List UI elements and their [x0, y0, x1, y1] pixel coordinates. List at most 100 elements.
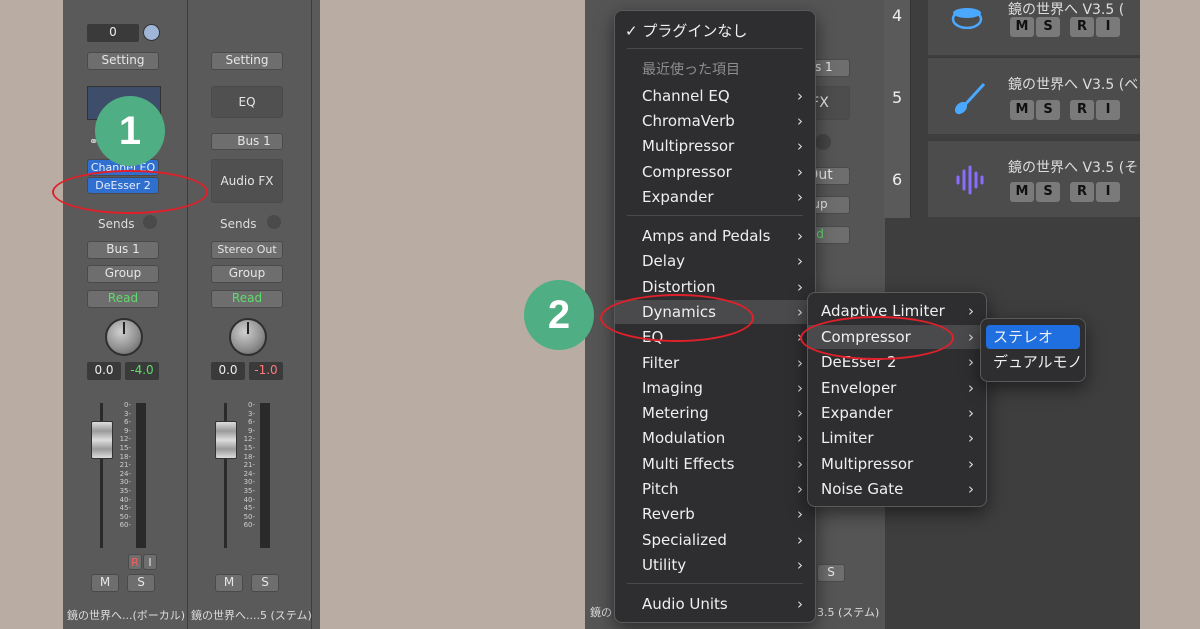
track-mute[interactable]: M	[1010, 100, 1034, 120]
track-solo[interactable]: S	[1036, 182, 1060, 202]
chevron-right-icon: ›	[797, 531, 803, 549]
pan-value: 0.0	[211, 362, 245, 380]
group-button[interactable]: Group	[87, 265, 159, 283]
chevron-right-icon: ›	[797, 87, 803, 105]
channel-strip-vocal: 0 Setting ⚭ Channel EQ DeEsser 2 Sends B…	[63, 0, 188, 629]
track-record[interactable]: R	[1070, 100, 1094, 120]
menu-amps-and-pedals[interactable]: Amps and Pedals ›	[615, 224, 815, 248]
chevron-right-icon: ›	[797, 354, 803, 372]
name-partial-left: 鏡の	[590, 606, 612, 619]
menu-recent-compressor[interactable]: Compressor ›	[615, 160, 815, 184]
name-partial-right: 3.5 (ステム)	[817, 606, 880, 619]
output-button[interactable]: Stereo Out	[211, 241, 283, 259]
chevron-right-icon: ›	[797, 556, 803, 574]
menu-item-no-plugin[interactable]: ✓ プラグインなし	[615, 19, 815, 43]
sends-label: Sends	[220, 217, 257, 231]
bus-button[interactable]: Bus 1	[211, 133, 283, 150]
track-row-4[interactable]: 鏡の世界へ V3.5 ( M S R I	[928, 0, 1140, 55]
automation-button[interactable]: Read	[87, 290, 159, 308]
annotation-oval-deesser	[52, 170, 208, 214]
menu-delay[interactable]: Delay ›	[615, 249, 815, 273]
track-row-6[interactable]: 鏡の世界へ V3.5 (そ M S R I	[928, 140, 1140, 217]
solo-button[interactable]: S	[251, 574, 279, 592]
track-input[interactable]: I	[1096, 182, 1120, 202]
solo-partial[interactable]: S	[817, 564, 845, 582]
pan-value: 0.0	[87, 362, 121, 380]
send-knob-icon[interactable]	[143, 215, 157, 229]
mute-button[interactable]: M	[91, 574, 119, 592]
menu-metering[interactable]: Metering ›	[615, 401, 815, 425]
track-name: 鏡の世界へ V3.5 (そ	[1008, 160, 1139, 176]
menu-utility[interactable]: Utility ›	[615, 553, 815, 577]
send-knob-icon[interactable]	[267, 215, 281, 229]
menu-audio-units[interactable]: Audio Units ›	[615, 592, 815, 616]
annotation-oval-compressor	[800, 316, 954, 360]
menu-recent-expander[interactable]: Expander ›	[615, 185, 815, 209]
track-mute[interactable]: M	[1010, 17, 1034, 37]
menu-pitch[interactable]: Pitch ›	[615, 477, 815, 501]
waveform-icon	[954, 165, 984, 195]
setting-button[interactable]: Setting	[211, 52, 283, 70]
volume-fader[interactable]	[91, 421, 113, 459]
track-record[interactable]: R	[1070, 182, 1094, 202]
menu-noise-gate[interactable]: Noise Gate ›	[808, 477, 986, 501]
group-button[interactable]: Group	[211, 265, 283, 283]
track-record[interactable]: R	[1070, 17, 1094, 37]
track-name: 鏡の世界へ V3.5 (ベ	[1008, 77, 1139, 93]
input-monitor-button[interactable]: I	[143, 554, 157, 570]
menu-recent-channel-eq[interactable]: Channel EQ ›	[615, 84, 815, 108]
menu-imaging[interactable]: Imaging ›	[615, 376, 815, 400]
track-input[interactable]: I	[1096, 17, 1120, 37]
track-row-5[interactable]: 鏡の世界へ V3.5 (ベ M S R I	[928, 57, 1140, 134]
setting-button[interactable]: Setting	[87, 52, 159, 70]
chevron-right-icon: ›	[968, 429, 974, 447]
output-button[interactable]: Bus 1	[87, 241, 159, 259]
level-value: -4.0	[125, 362, 159, 380]
input-value[interactable]: 0	[87, 24, 139, 42]
record-button[interactable]: R	[128, 554, 142, 570]
menu-expander[interactable]: Expander ›	[808, 401, 986, 425]
track-solo[interactable]: S	[1036, 100, 1060, 120]
drums-icon	[948, 1, 986, 30]
menu-limiter[interactable]: Limiter ›	[808, 426, 986, 450]
menu-modulation[interactable]: Modulation ›	[615, 426, 815, 450]
chevron-right-icon: ›	[797, 455, 803, 473]
chevron-right-icon: ›	[797, 137, 803, 155]
db-scale: 0- 3- 6- 9- 12- 15- 18- 21- 24- 30- 35- 40- 45- 50- 60…	[243, 401, 255, 530]
menu-multi-effects[interactable]: Multi Effects ›	[615, 452, 815, 476]
menu-recent-multipressor[interactable]: Multipressor ›	[615, 134, 815, 158]
chevron-right-icon: ›	[968, 480, 974, 498]
menu-separator	[627, 583, 803, 584]
menu-enveloper[interactable]: Enveloper ›	[808, 376, 986, 400]
track-number-6: 6	[892, 170, 903, 189]
sends-label: Sends	[98, 217, 135, 231]
pan-knob[interactable]	[105, 318, 143, 356]
mute-button[interactable]: M	[215, 574, 243, 592]
menu-recent-chromaverb[interactable]: ChromaVerb ›	[615, 109, 815, 133]
solo-button[interactable]: S	[127, 574, 155, 592]
pan-knob[interactable]	[229, 318, 267, 356]
automation-button[interactable]: Read	[211, 290, 283, 308]
menu-specialized[interactable]: Specialized ›	[615, 528, 815, 552]
db-scale: 0- 3- 6- 9- 12- 15- 18- 21- 24- 30- 35- 40- 45- 50- 60…	[119, 401, 131, 530]
chevron-right-icon: ›	[797, 303, 803, 321]
volume-fader[interactable]	[215, 421, 237, 459]
track-solo[interactable]: S	[1036, 17, 1060, 37]
input-knob-icon[interactable]	[143, 24, 160, 41]
menu-separator	[627, 48, 803, 49]
track-number-4: 4	[892, 6, 903, 25]
chevron-right-icon: ›	[797, 480, 803, 498]
eq-slot[interactable]: EQ	[211, 86, 283, 118]
chevron-right-icon: ›	[968, 302, 974, 320]
menu-dual-mono[interactable]: デュアルモノ	[981, 350, 1085, 374]
menu-filter[interactable]: Filter ›	[615, 351, 815, 375]
chevron-right-icon: ›	[797, 278, 803, 296]
track-mute[interactable]: M	[1010, 182, 1034, 202]
audio-fx-slot[interactable]: Audio FX	[211, 159, 283, 203]
menu-stereo[interactable]: ステレオ	[986, 325, 1080, 349]
level-meter	[136, 403, 146, 548]
menu-multipressor[interactable]: Multipressor ›	[808, 452, 986, 476]
track-input[interactable]: I	[1096, 100, 1120, 120]
menu-reverb[interactable]: Reverb ›	[615, 502, 815, 526]
knob-partial-icon	[815, 134, 831, 150]
